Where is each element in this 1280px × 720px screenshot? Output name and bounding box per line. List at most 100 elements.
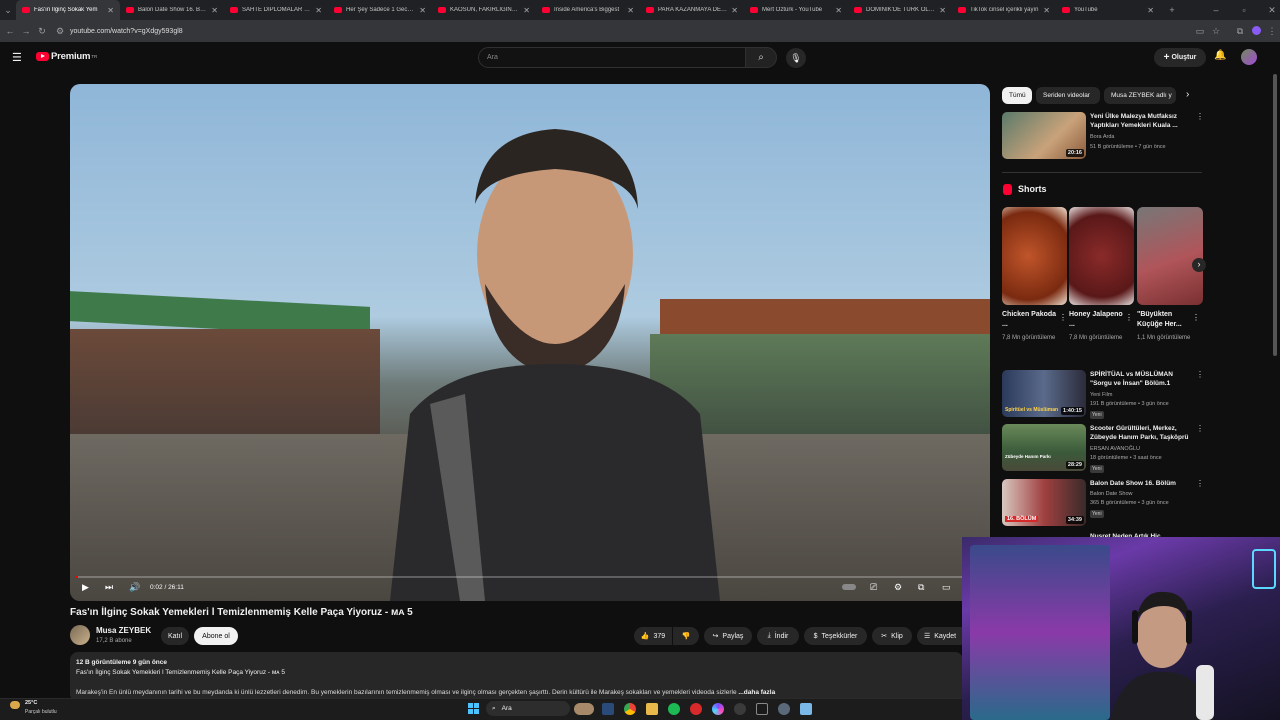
recommendation-item[interactable]: Spiritüel vs Müslüman 1:40:15 SPİRİTÜAL … xyxy=(1002,370,1204,420)
cast-icon[interactable]: ▭ xyxy=(1192,26,1208,37)
close-tab-icon[interactable]: ✕ xyxy=(107,6,114,15)
play-button[interactable]: ▶ xyxy=(82,582,89,593)
close-tab-icon[interactable]: ✕ xyxy=(835,6,842,15)
shorts-next-chevron-icon[interactable]: › xyxy=(1192,258,1206,272)
app-icon-window[interactable] xyxy=(800,703,812,715)
page-scrollbar[interactable] xyxy=(1273,74,1277,356)
short-title[interactable]: Chicken Pakoda ... xyxy=(1002,310,1058,330)
browser-tab[interactable]: YouTube ✕ xyxy=(1056,0,1160,20)
url-field[interactable]: youtube.com/watch?v=gXdgy593gl8 xyxy=(70,28,183,35)
more-options-icon[interactable]: ⋮ xyxy=(1196,370,1204,379)
short-thumbnail[interactable] xyxy=(1137,207,1203,305)
account-avatar[interactable] xyxy=(1241,49,1257,65)
minimize-icon[interactable]: – xyxy=(1208,5,1224,15)
maximize-icon[interactable]: ▫ xyxy=(1236,5,1252,15)
close-window-icon[interactable]: ✕ xyxy=(1264,5,1280,16)
close-tab-icon[interactable]: ✕ xyxy=(731,6,738,15)
more-options-icon[interactable]: ⋮ xyxy=(1192,313,1200,322)
forward-icon[interactable]: → xyxy=(18,26,34,36)
recommendation-item[interactable]: Zübeyde Hanım Parkı 28:29 Scooter Gürült… xyxy=(1002,424,1204,474)
volume-icon[interactable]: 🔊 xyxy=(129,582,140,593)
close-tab-icon[interactable]: ✕ xyxy=(627,6,634,15)
browser-tab[interactable]: DOMİNİK'DE TÜRK OLMAK ✕ xyxy=(848,0,952,20)
chip-channel[interactable]: Musa ZEYBEK adlı y xyxy=(1104,87,1176,104)
clip-button[interactable]: ✂ Klip xyxy=(872,627,912,645)
search-button[interactable]: ⌕ xyxy=(745,47,777,68)
browser-tab[interactable]: Balon Date Show 16. Bölüm ✕ xyxy=(120,0,224,20)
more-options-icon[interactable]: ⋮ xyxy=(1196,424,1204,433)
close-tab-icon[interactable]: ✕ xyxy=(1043,6,1050,15)
close-tab-icon[interactable]: ✕ xyxy=(939,6,946,15)
browser-tab[interactable]: TikTok cinsel içerikli yayın ✕ xyxy=(952,0,1056,20)
chip-series[interactable]: Seriden videolar xyxy=(1036,87,1100,104)
next-button[interactable]: ⏭ xyxy=(105,582,113,593)
browser-tab[interactable]: PARA KAZANMAYA DEĞER ✕ xyxy=(640,0,744,20)
short-thumbnail[interactable] xyxy=(1069,207,1134,305)
save-button[interactable]: ☰ Kaydet xyxy=(917,627,963,645)
app-icon-dark[interactable] xyxy=(756,703,768,715)
more-options-icon[interactable]: ⋮ xyxy=(1125,313,1133,322)
more-options-icon[interactable]: ⋮ xyxy=(1059,313,1067,322)
browser-tab[interactable]: Her Şey Sadece 1 Gece İçin ✕ xyxy=(328,0,432,20)
tab-search-icon[interactable]: ⌄ xyxy=(0,5,16,16)
close-tab-icon[interactable]: ✕ xyxy=(315,6,322,15)
voice-search-button[interactable]: 🎙 xyxy=(786,48,806,68)
chips-next-chevron-icon[interactable]: › xyxy=(1186,89,1189,100)
short-thumbnail[interactable] xyxy=(1002,207,1067,305)
site-info-icon[interactable]: ⚙ xyxy=(52,26,68,37)
share-button[interactable]: ↪ Paylaş xyxy=(704,627,752,645)
browser-tab[interactable]: Fas'ın İlginç Sokak Yem ✕ xyxy=(16,0,120,20)
chip-all[interactable]: Tümü xyxy=(1002,87,1032,104)
hamburger-menu-icon[interactable]: ☰ xyxy=(12,51,22,64)
notifications-bell-icon[interactable]: 🔔 xyxy=(1214,50,1226,61)
back-icon[interactable]: ← xyxy=(2,26,18,36)
download-button[interactable]: ⤓ İndir xyxy=(757,627,799,645)
steam-icon[interactable] xyxy=(602,703,614,715)
close-tab-icon[interactable]: ✕ xyxy=(1147,6,1154,15)
autoplay-toggle[interactable] xyxy=(842,582,856,592)
weather-temp[interactable]: 25°C xyxy=(25,700,37,706)
youtube-logo[interactable]: Premium TR xyxy=(36,51,97,62)
windows-start-icon[interactable] xyxy=(468,703,479,714)
short-title[interactable]: Honey Jalapeno ... xyxy=(1069,310,1125,330)
settings-gear-icon[interactable]: ⚙ xyxy=(894,582,902,593)
theater-mode-icon[interactable]: ▭ xyxy=(942,582,951,593)
miniplayer-icon[interactable]: ⧉ xyxy=(918,582,924,593)
extensions-icon[interactable]: ⧉ xyxy=(1232,26,1248,37)
taskbar-search[interactable]: ⌕ Ara xyxy=(486,701,570,716)
like-button[interactable]: 👍 379 xyxy=(634,627,672,645)
short-title[interactable]: "Büyükten Küçüğe Her... xyxy=(1137,310,1193,330)
settings-icon[interactable] xyxy=(778,703,790,715)
more-options-icon[interactable]: ⋮ xyxy=(1196,112,1204,121)
thanks-button[interactable]: $ Teşekkürler xyxy=(804,627,867,645)
browser-tab[interactable]: SAHTE DİPLOMALAR İFŞA ✕ xyxy=(224,0,328,20)
video-player[interactable] xyxy=(70,84,990,601)
close-tab-icon[interactable]: ✕ xyxy=(523,6,530,15)
search-input[interactable]: Ara xyxy=(478,47,746,68)
description-box[interactable]: 12 B görüntüleme 9 gün önce Fas'ın İlgin… xyxy=(70,652,963,702)
new-tab-button[interactable]: + xyxy=(1164,5,1180,15)
bookmark-star-icon[interactable]: ☆ xyxy=(1208,26,1224,37)
more-options-icon[interactable]: ⋮ xyxy=(1196,479,1204,488)
browser-tab[interactable]: KAOSUN, FAKİRLİĞİN VE ✕ xyxy=(432,0,536,20)
browser-tab[interactable]: Mert Öztürk - YouTube ✕ xyxy=(744,0,848,20)
close-tab-icon[interactable]: ✕ xyxy=(211,6,218,15)
join-button[interactable]: Katıl xyxy=(161,627,189,645)
browser-menu-icon[interactable]: ⋮ xyxy=(1264,26,1280,37)
browser-tab[interactable]: Inside America's Biggest ✕ xyxy=(536,0,640,20)
show-more-link[interactable]: ...daha fazla xyxy=(738,689,775,696)
subtitles-icon[interactable]: ⎚ xyxy=(870,582,877,593)
weather-icon[interactable] xyxy=(10,701,20,709)
app-icon-media[interactable] xyxy=(574,703,594,715)
video-progress-bar[interactable] xyxy=(76,576,984,578)
dislike-button[interactable]: 👎 xyxy=(673,627,699,645)
app-icon-colorful[interactable] xyxy=(712,703,724,715)
spotify-icon[interactable] xyxy=(668,703,680,715)
file-explorer-icon[interactable] xyxy=(646,703,658,715)
chrome-icon[interactable] xyxy=(624,703,636,715)
close-tab-icon[interactable]: ✕ xyxy=(419,6,426,15)
xbox-icon[interactable] xyxy=(734,703,746,715)
subscribe-button[interactable]: Abone ol xyxy=(194,627,238,645)
channel-name[interactable]: Musa ZEYBEK xyxy=(96,626,151,635)
profile-avatar-icon[interactable] xyxy=(1248,25,1264,37)
